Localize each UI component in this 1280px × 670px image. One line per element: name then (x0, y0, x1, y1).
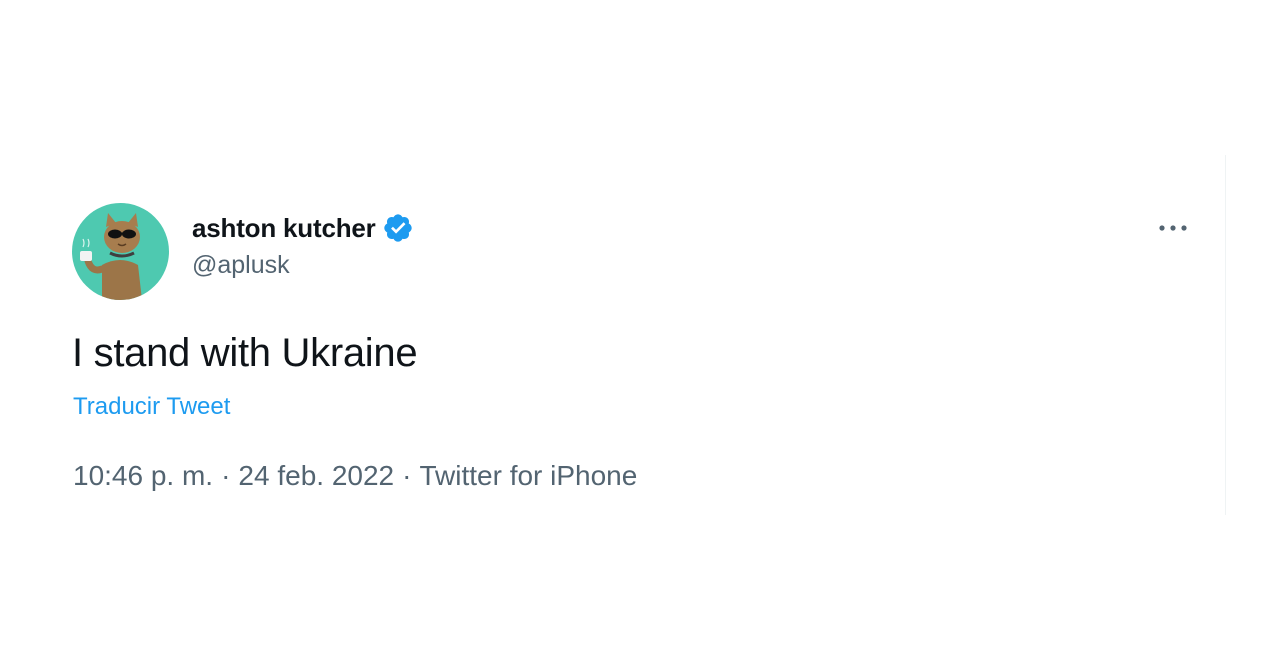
more-options-button[interactable] (1152, 213, 1194, 243)
user-block: ashton kutcher @aplusk (192, 211, 414, 280)
user-handle[interactable]: @aplusk (192, 251, 414, 280)
tweet-time[interactable]: 10:46 p. m. (73, 460, 213, 492)
tweet-text: I stand with Ukraine (72, 331, 418, 375)
verified-badge-icon (382, 212, 414, 244)
tweet-metadata: 10:46 p. m. · 24 feb. 2022 · Twitter for… (73, 460, 637, 492)
translate-tweet-link[interactable]: Traducir Tweet (73, 393, 230, 421)
tweet-date[interactable]: 24 feb. 2022 (238, 460, 394, 492)
cartoon-cat-avatar-icon (72, 203, 169, 300)
avatar[interactable] (72, 203, 169, 300)
more-horizontal-icon (1159, 225, 1187, 231)
tweet-source[interactable]: Twitter for iPhone (419, 460, 637, 492)
meta-separator: · (221, 460, 231, 491)
meta-separator: · (402, 460, 412, 491)
display-name-row: ashton kutcher (192, 211, 414, 245)
display-name[interactable]: ashton kutcher (192, 213, 376, 244)
tweet-card: ashton kutcher @aplusk I stand with Ukra… (0, 155, 1226, 515)
timeline-divider (1225, 155, 1226, 515)
